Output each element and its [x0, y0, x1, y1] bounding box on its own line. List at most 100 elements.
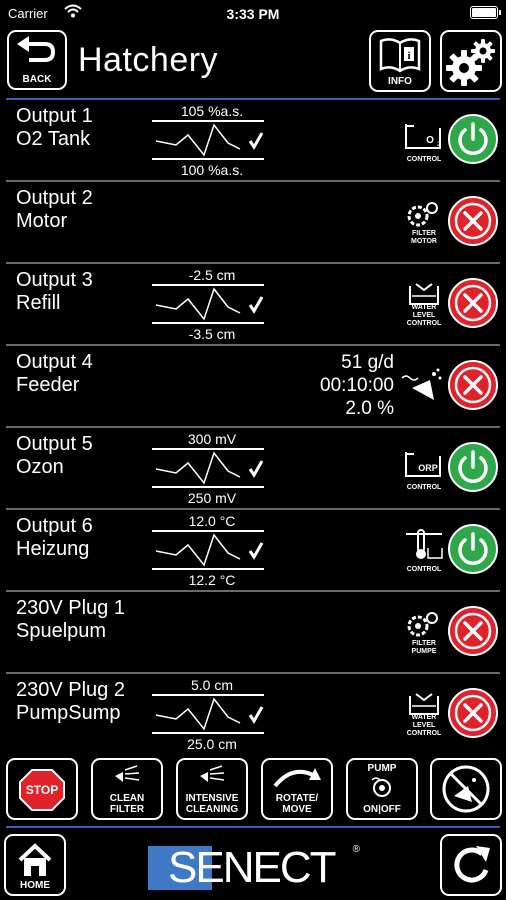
info-label: INFO [388, 76, 412, 87]
stop-button[interactable]: STOP [6, 758, 78, 820]
close-icon [454, 366, 492, 404]
info-button[interactable]: i INFO [369, 30, 431, 92]
output-row-2[interactable]: Output 2 Motor FILTER MOTOR [6, 182, 500, 264]
output-sub-label: O2 Tank [16, 128, 91, 150]
rotate-line-2: MOVE [282, 804, 312, 815]
rotate-move-button[interactable]: ROTATE/ MOVE [261, 758, 333, 820]
home-icon [18, 843, 52, 876]
logo-text: SENECT [168, 843, 336, 892]
hysteresis-chart-icon [152, 530, 264, 570]
stop-sign-icon: STOP [19, 769, 65, 811]
output-row-5[interactable]: Output 5 Ozon 300 mV 250 mV ORP CONTROL [6, 428, 500, 510]
no-feed-button[interactable] [430, 758, 502, 820]
action-bar: STOP CLEAN FILTER INTENSIVE CLEANING ROT… [0, 758, 506, 824]
output-name: Output 2 Motor [16, 187, 93, 233]
power-on-button[interactable] [448, 524, 498, 574]
output-row-6[interactable]: Output 6 Heizung 12.0 °C 12.2 °C CONTROL [6, 510, 500, 592]
function-label: FILTER MOTOR [411, 230, 437, 245]
output-row-4[interactable]: Output 4 Feeder 51 g/d 00:10:00 2.0 % [6, 346, 500, 428]
function-label: CONTROL [406, 156, 442, 163]
pump-icon [371, 777, 391, 797]
output-name: Output 3 Refill [16, 269, 93, 315]
intensive-line-2: CLEANING [185, 804, 239, 815]
clock: 3:33 PM [226, 6, 280, 22]
refresh-icon [454, 846, 490, 883]
refresh-button[interactable] [440, 834, 502, 896]
output-name: Output 6 Heizung [16, 515, 93, 561]
svg-text:ORP: ORP [418, 463, 438, 473]
upper-setpoint: 300 mV [187, 431, 237, 447]
filter-pump-icon: FILTER PUMPE [400, 610, 448, 656]
power-on-button[interactable] [448, 442, 498, 492]
output-sub-label: PumpSump [16, 702, 121, 724]
home-button[interactable]: HOME [4, 834, 66, 896]
output-name: 230V Plug 2 PumpSump [16, 679, 125, 725]
intensive-cleaning-button[interactable]: INTENSIVE CLEANING [176, 758, 248, 820]
close-icon [454, 202, 492, 240]
water-level-control-icon: WATER LEVEL CONTROL [400, 282, 448, 328]
filter-motor-icon: FILTER MOTOR [400, 200, 448, 246]
power-off-button[interactable] [448, 278, 498, 328]
output-sub-label: Ozon [16, 456, 64, 478]
header: BACK Hatchery i INFO [0, 28, 506, 96]
power-off-button[interactable] [448, 196, 498, 246]
hysteresis-chart-icon [152, 694, 264, 734]
rotate-line-1: ROTATE/ [275, 793, 319, 804]
output-sub-label: Feeder [16, 374, 80, 396]
clean-filter-button[interactable]: CLEAN FILTER [91, 758, 163, 820]
senect-logo: SENECT ® [148, 843, 360, 892]
upper-setpoint: -2.5 cm [188, 267, 236, 283]
output-row-3[interactable]: Output 3 Refill -2.5 cm -3.5 cm WATER LE… [6, 264, 500, 346]
setpoint-graph: 5.0 cm 25.0 cm [152, 676, 272, 752]
page-title: Hatchery [78, 41, 219, 79]
output-sub-label: Spuelpum [16, 620, 107, 642]
feed-percent: 2.0 % [345, 398, 394, 419]
pump-on-off-button[interactable]: PUMP ON|OFF [346, 758, 418, 820]
lower-setpoint: 100 %a.s. [180, 162, 244, 178]
spray-icon [115, 765, 140, 782]
output-label: Output 4 [16, 351, 93, 373]
output-label: Output 1 [16, 105, 93, 127]
output-label: Output 3 [16, 269, 93, 291]
power-icon [458, 122, 488, 155]
stop-label: STOP [26, 783, 58, 797]
rotate-move-label: ROTATE/ MOVE [263, 793, 331, 815]
setpoint-graph: 12.0 °C 12.2 °C [152, 512, 272, 588]
power-off-button[interactable] [448, 606, 498, 656]
close-icon [454, 284, 492, 322]
output-name: Output 4 Feeder [16, 351, 93, 397]
svg-text:i: i [407, 50, 410, 62]
settings-button[interactable] [440, 30, 502, 92]
back-label: BACK [22, 74, 52, 85]
gears-icon [446, 39, 495, 86]
orp-control-icon: ORP CONTROL [400, 446, 448, 492]
clean-filter-line-2: FILTER [109, 804, 145, 815]
feed-time: 00:10:00 [320, 375, 394, 396]
power-on-button[interactable] [448, 114, 498, 164]
function-label: CONTROL [406, 484, 442, 491]
power-icon [458, 450, 488, 483]
footer: HOME SENECT ® [0, 830, 506, 900]
output-row-1[interactable]: Output 1 O2 Tank 105 %a.s. 100 %a.s. O 2… [6, 100, 500, 182]
svg-text:O: O [426, 135, 434, 146]
output-name: Output 5 Ozon [16, 433, 93, 479]
feeder-info: 51 g/d 00:10:00 2.0 % [320, 351, 394, 420]
back-button[interactable]: BACK [7, 30, 67, 90]
setpoint-graph: -2.5 cm -3.5 cm [152, 266, 272, 342]
registered-mark: ® [352, 844, 360, 855]
water-level-control-icon: WATER LEVEL CONTROL [400, 692, 448, 738]
power-icon [458, 532, 488, 565]
output-label: Output 5 [16, 433, 93, 455]
spray-icon [200, 765, 225, 782]
power-off-button[interactable] [448, 360, 498, 410]
setpoint-graph: 105 %a.s. 100 %a.s. [152, 102, 272, 178]
intensive-cleaning-label: INTENSIVE CLEANING [178, 793, 246, 815]
feed-rate: 51 g/d [341, 352, 394, 373]
output-sub-label: Motor [16, 210, 68, 232]
lower-setpoint: 250 mV [187, 490, 237, 506]
output-sub-label: Heizung [16, 538, 90, 560]
hysteresis-chart-icon [152, 448, 264, 488]
output-row-8[interactable]: 230V Plug 2 PumpSump 5.0 cm 25.0 cm WATE… [6, 674, 500, 756]
power-off-button[interactable] [448, 688, 498, 738]
output-row-7[interactable]: 230V Plug 1 Spuelpum FILTER PUMPE [6, 592, 500, 674]
